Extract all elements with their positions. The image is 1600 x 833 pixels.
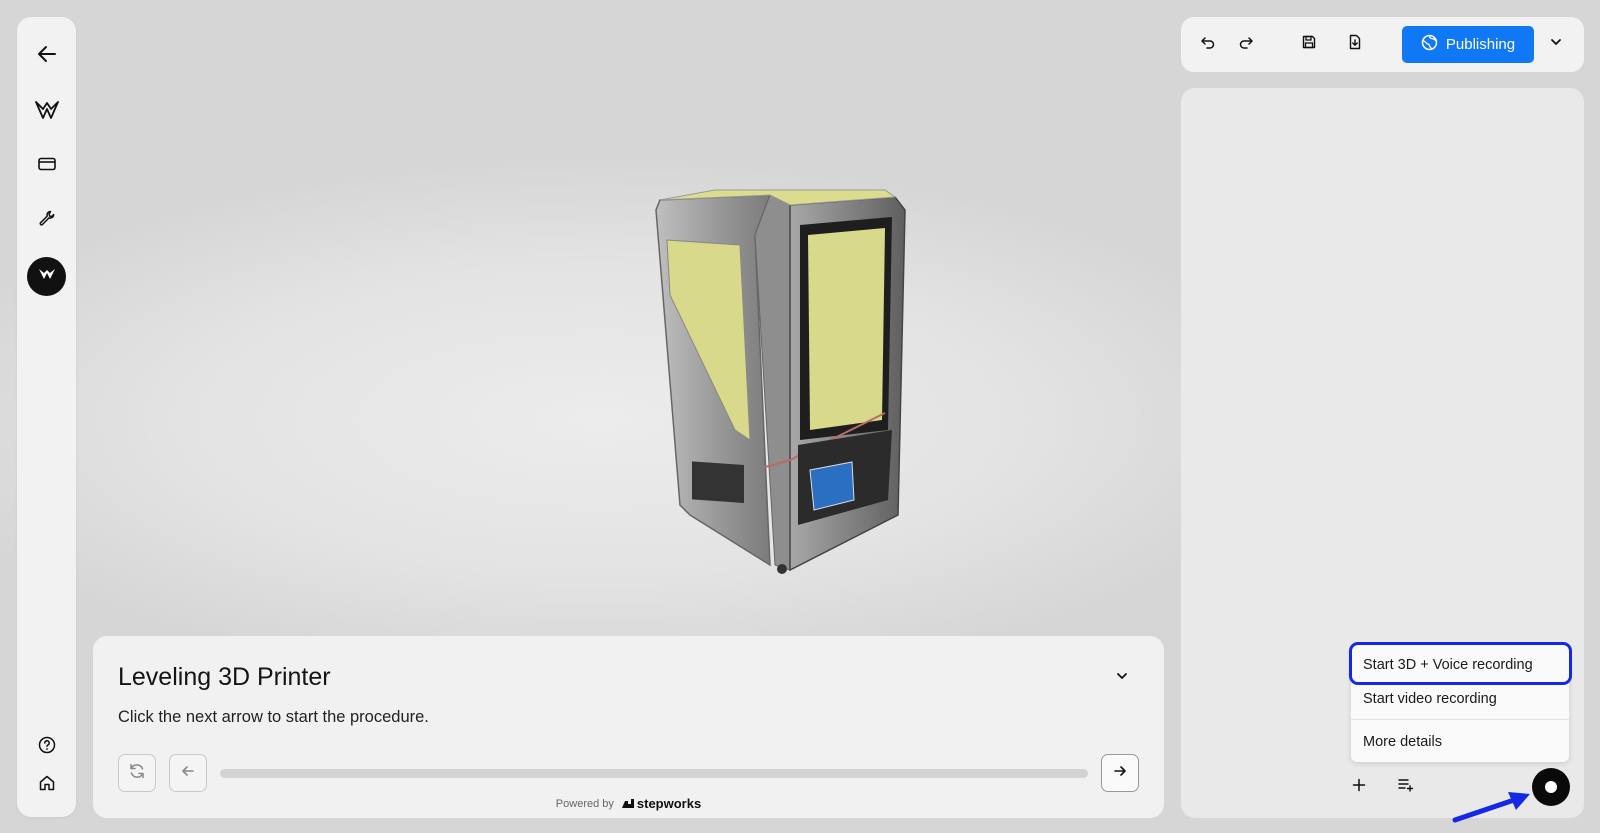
chevron-down-icon — [1549, 35, 1563, 54]
record-button[interactable] — [1532, 768, 1570, 806]
card-icon — [37, 157, 56, 171]
globe-icon — [1421, 34, 1438, 55]
plus-icon — [1352, 778, 1366, 797]
chevron-down-icon — [1115, 669, 1129, 688]
save-button[interactable] — [1296, 31, 1322, 57]
stepworks-brand-label: stepworks — [636, 796, 702, 811]
menu-item-more-details[interactable]: More details — [1363, 734, 1442, 750]
stepworks-brand: stepworks — [621, 796, 702, 811]
brand-circle-button[interactable] — [27, 257, 66, 296]
help-button[interactable] — [17, 725, 76, 765]
annotation-arrow-icon — [1450, 790, 1535, 830]
powered-by-label: Powered by — [555, 797, 614, 810]
powered-by: Powered by stepworks — [93, 796, 1164, 811]
menu-divider — [1351, 719, 1569, 720]
arrow-right-icon — [1112, 763, 1128, 784]
undo-icon — [1200, 34, 1216, 55]
publish-label: Publishing — [1445, 36, 1516, 53]
help-circle-icon — [38, 736, 56, 754]
add-list-button[interactable] — [1393, 774, 1419, 800]
record-dot-icon — [1545, 781, 1557, 793]
arrow-left-icon — [36, 43, 58, 65]
progress-bar[interactable] — [220, 769, 1088, 778]
app-window: Leveling 3D Printer Click the next arrow… — [0, 0, 1600, 833]
annotation-highlight — [1349, 642, 1572, 685]
save-icon — [1301, 34, 1317, 55]
download-icon — [1347, 34, 1363, 55]
home-button[interactable] — [17, 763, 76, 803]
home-icon — [38, 774, 56, 792]
list-add-icon — [1398, 778, 1414, 797]
redo-button[interactable] — [1233, 31, 1259, 57]
procedure-panel: Leveling 3D Printer Click the next arrow… — [93, 636, 1164, 818]
publish-button[interactable]: Publishing — [1402, 26, 1534, 63]
stepworks-logo-icon — [34, 100, 59, 120]
download-button[interactable] — [1342, 31, 1368, 57]
previous-button[interactable] — [169, 754, 207, 792]
publish-dropdown-button[interactable] — [1543, 31, 1569, 57]
collapse-button[interactable] — [1110, 666, 1134, 690]
stepworks-mark-icon — [621, 796, 634, 811]
next-button[interactable] — [1101, 754, 1139, 792]
wrench-icon — [38, 209, 56, 227]
brand-circle-icon — [38, 267, 56, 286]
arrow-left-icon — [180, 763, 196, 784]
add-step-button[interactable] — [1346, 774, 1372, 800]
logo-button[interactable] — [17, 90, 76, 130]
restart-button[interactable] — [118, 754, 156, 792]
undo-button[interactable] — [1195, 31, 1221, 57]
back-button[interactable] — [17, 34, 76, 74]
printer-3d-model[interactable] — [630, 185, 930, 580]
procedure-description: Click the next arrow to start the proced… — [118, 708, 429, 726]
left-sidebar — [17, 17, 76, 817]
tools-button[interactable] — [17, 198, 76, 238]
redo-icon — [1238, 34, 1254, 55]
refresh-icon — [128, 762, 146, 785]
top-toolbar: Publishing — [1181, 17, 1584, 72]
procedure-title: Leveling 3D Printer — [118, 663, 331, 691]
cards-button[interactable] — [17, 144, 76, 184]
menu-item-start-video-recording[interactable]: Start video recording — [1363, 691, 1497, 707]
